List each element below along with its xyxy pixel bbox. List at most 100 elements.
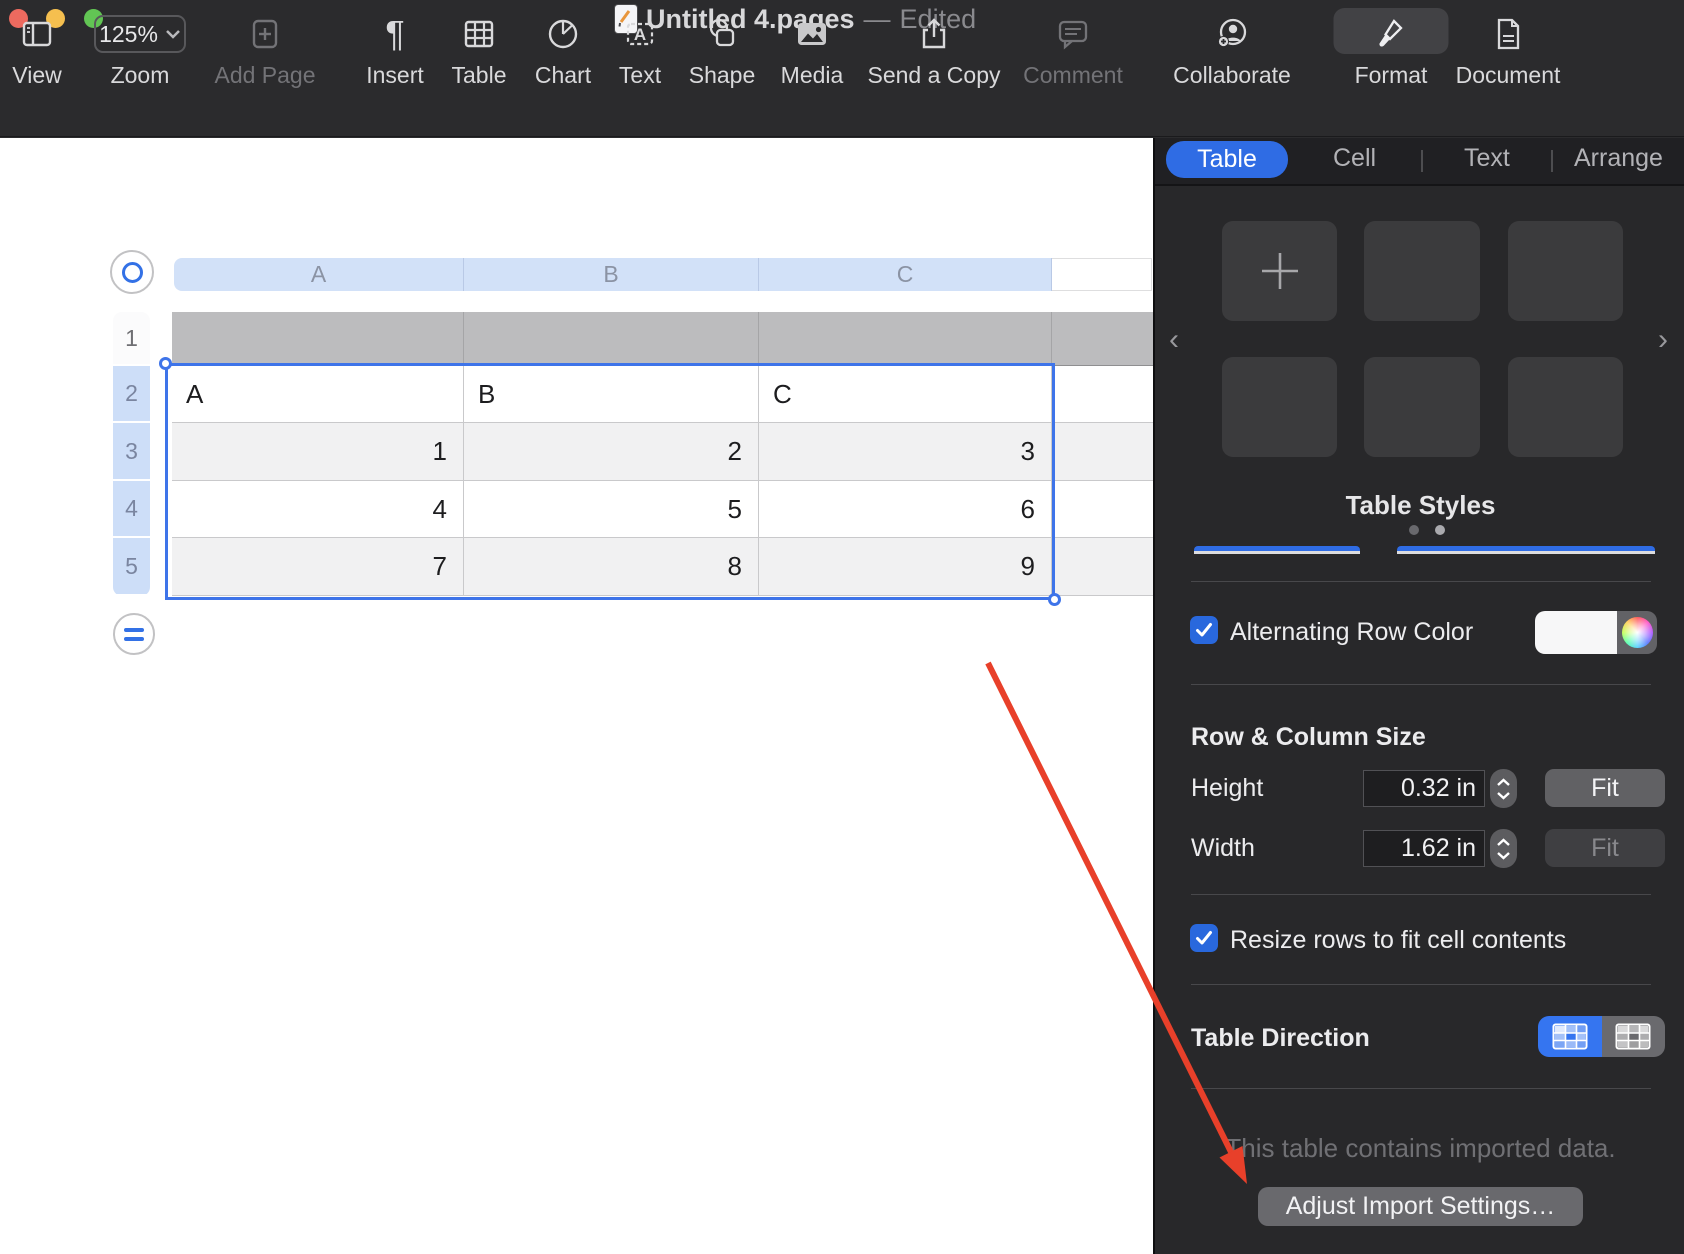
table-cell[interactable] [1052, 538, 1153, 596]
cell-selection-outline [159, 357, 1061, 606]
collaborate-person-icon [1218, 18, 1247, 47]
document-canvas[interactable]: A B C 1 2 3 4 5 A B C 1 2 3 4 5 6 7 8 9 [0, 138, 1153, 1254]
tab-text[interactable]: Text [1464, 144, 1510, 173]
selection-handle-bottom-right[interactable] [1048, 593, 1061, 606]
width-input[interactable]: 1.62 in [1363, 830, 1485, 867]
imported-data-note: This table contains imported data. [1225, 1133, 1616, 1163]
table-style-swatch[interactable] [1364, 357, 1480, 457]
resize-rows-checkbox[interactable] [1190, 924, 1218, 952]
color-wheel-icon [1621, 617, 1653, 648]
adjust-import-settings-button[interactable]: Adjust Import Settings… [1258, 1187, 1583, 1226]
style-preview-clipped [1194, 546, 1360, 554]
tab-separator [1551, 150, 1553, 172]
table-cell[interactable] [759, 312, 1052, 366]
check-icon [1196, 623, 1212, 637]
direction-rtl-button[interactable] [1601, 1016, 1665, 1057]
plus-icon [1261, 253, 1298, 289]
tab-table[interactable]: Table [1166, 141, 1288, 178]
table-cell[interactable] [1052, 481, 1153, 538]
table-cell[interactable] [172, 312, 464, 366]
tab-separator [1421, 150, 1423, 172]
stepper-down-icon [1497, 851, 1510, 860]
table-cell[interactable] [1052, 366, 1153, 423]
table-style-swatch[interactable] [1364, 221, 1480, 321]
format-sidebar: Table Cell Text Arrange ‹ › Table Styles… [1153, 138, 1684, 1254]
width-label: Width [1191, 834, 1255, 862]
format-tab-bar: Table Cell Text Arrange [1155, 138, 1684, 186]
zoom-dropdown[interactable]: 125% [94, 15, 186, 53]
table-style-add[interactable] [1222, 221, 1337, 321]
table-cell[interactable] [1052, 312, 1153, 366]
table-column-headers: A B C [174, 258, 1152, 291]
width-fit-button: Fit [1545, 829, 1665, 867]
section-divider [1191, 684, 1651, 685]
table-style-swatch[interactable] [1508, 221, 1623, 321]
zoom-value: 125% [99, 20, 158, 47]
section-divider [1191, 894, 1651, 895]
column-header-b[interactable]: B [464, 258, 759, 291]
table-cell[interactable] [1052, 423, 1153, 481]
tab-cell[interactable]: Cell [1333, 144, 1376, 173]
sidebar-panel-icon [22, 21, 52, 47]
style-preview-clipped [1397, 546, 1655, 554]
table-styles-caption: Table Styles [1345, 490, 1496, 520]
table-add-row-handle[interactable] [113, 613, 155, 655]
table-rtl-icon [1615, 1023, 1651, 1050]
table-style-swatch[interactable] [1222, 357, 1337, 457]
height-fit-button[interactable]: Fit [1545, 769, 1665, 807]
stepper-up-icon [1497, 777, 1510, 786]
styles-prev-button[interactable]: ‹ [1169, 323, 1179, 357]
table-row-headers: 1 2 3 4 5 [113, 312, 150, 596]
row-header-3[interactable]: 3 [113, 423, 150, 481]
styles-page-dot-1[interactable] [1409, 525, 1419, 535]
check-icon [1196, 931, 1212, 945]
alternating-row-color-well[interactable] [1535, 611, 1657, 654]
table-style-swatch[interactable] [1508, 357, 1623, 457]
column-header-d-partial[interactable] [1052, 258, 1152, 291]
column-header-c[interactable]: C [759, 258, 1052, 291]
table-select-ring-icon [121, 261, 143, 283]
row-header-1[interactable]: 1 [113, 312, 150, 366]
section-divider [1191, 984, 1651, 985]
table-direction-label: Table Direction [1191, 1024, 1370, 1052]
stepper-up-icon [1497, 837, 1510, 846]
stepper-down-icon [1497, 791, 1510, 800]
section-divider [1191, 581, 1651, 582]
share-icon [922, 18, 946, 49]
table-cell[interactable] [464, 312, 759, 366]
toolbar-comment-button: Comment [988, 10, 1158, 89]
row-header-5[interactable]: 5 [113, 538, 150, 594]
selection-handle-top-left[interactable] [159, 357, 172, 370]
comment-bubble-icon [1058, 20, 1088, 50]
column-header-a[interactable]: A [174, 258, 464, 291]
media-image-icon [798, 23, 826, 45]
height-stepper[interactable] [1490, 769, 1517, 808]
table-select-handle[interactable] [110, 250, 154, 294]
chevron-down-icon [166, 30, 180, 39]
height-input[interactable]: 0.32 in [1363, 770, 1485, 807]
current-color-swatch [1535, 611, 1617, 654]
window-chrome: Untitled 4.pages — Edited View 125% Zoom [0, 0, 1684, 137]
tab-arrange[interactable]: Arrange [1574, 144, 1663, 173]
height-label: Height [1191, 774, 1264, 802]
direction-ltr-button[interactable] [1538, 1016, 1602, 1057]
styles-page-dot-2[interactable] [1435, 525, 1445, 535]
toolbar-document-button[interactable]: Document [1423, 10, 1593, 89]
width-stepper[interactable] [1490, 829, 1517, 868]
table-ltr-icon [1552, 1023, 1588, 1050]
section-divider [1191, 1088, 1651, 1089]
document-icon [1497, 18, 1520, 50]
row-column-size-heading: Row & Column Size [1191, 723, 1426, 751]
table-row[interactable] [172, 312, 1153, 366]
equal-icon [124, 627, 144, 632]
row-header-4[interactable]: 4 [113, 481, 150, 538]
toolbar-collaborate-button[interactable]: Collaborate [1147, 10, 1317, 89]
styles-next-button[interactable]: › [1658, 323, 1668, 357]
resize-rows-label: Resize rows to fit cell contents [1230, 926, 1567, 954]
row-header-2[interactable]: 2 [113, 366, 150, 423]
paintbrush-icon [1379, 19, 1403, 47]
alternating-row-color-checkbox[interactable] [1190, 616, 1218, 644]
table-direction-segmented-control [1538, 1016, 1665, 1057]
alternating-row-color-label: Alternating Row Color [1230, 618, 1474, 646]
add-page-icon [252, 19, 278, 49]
